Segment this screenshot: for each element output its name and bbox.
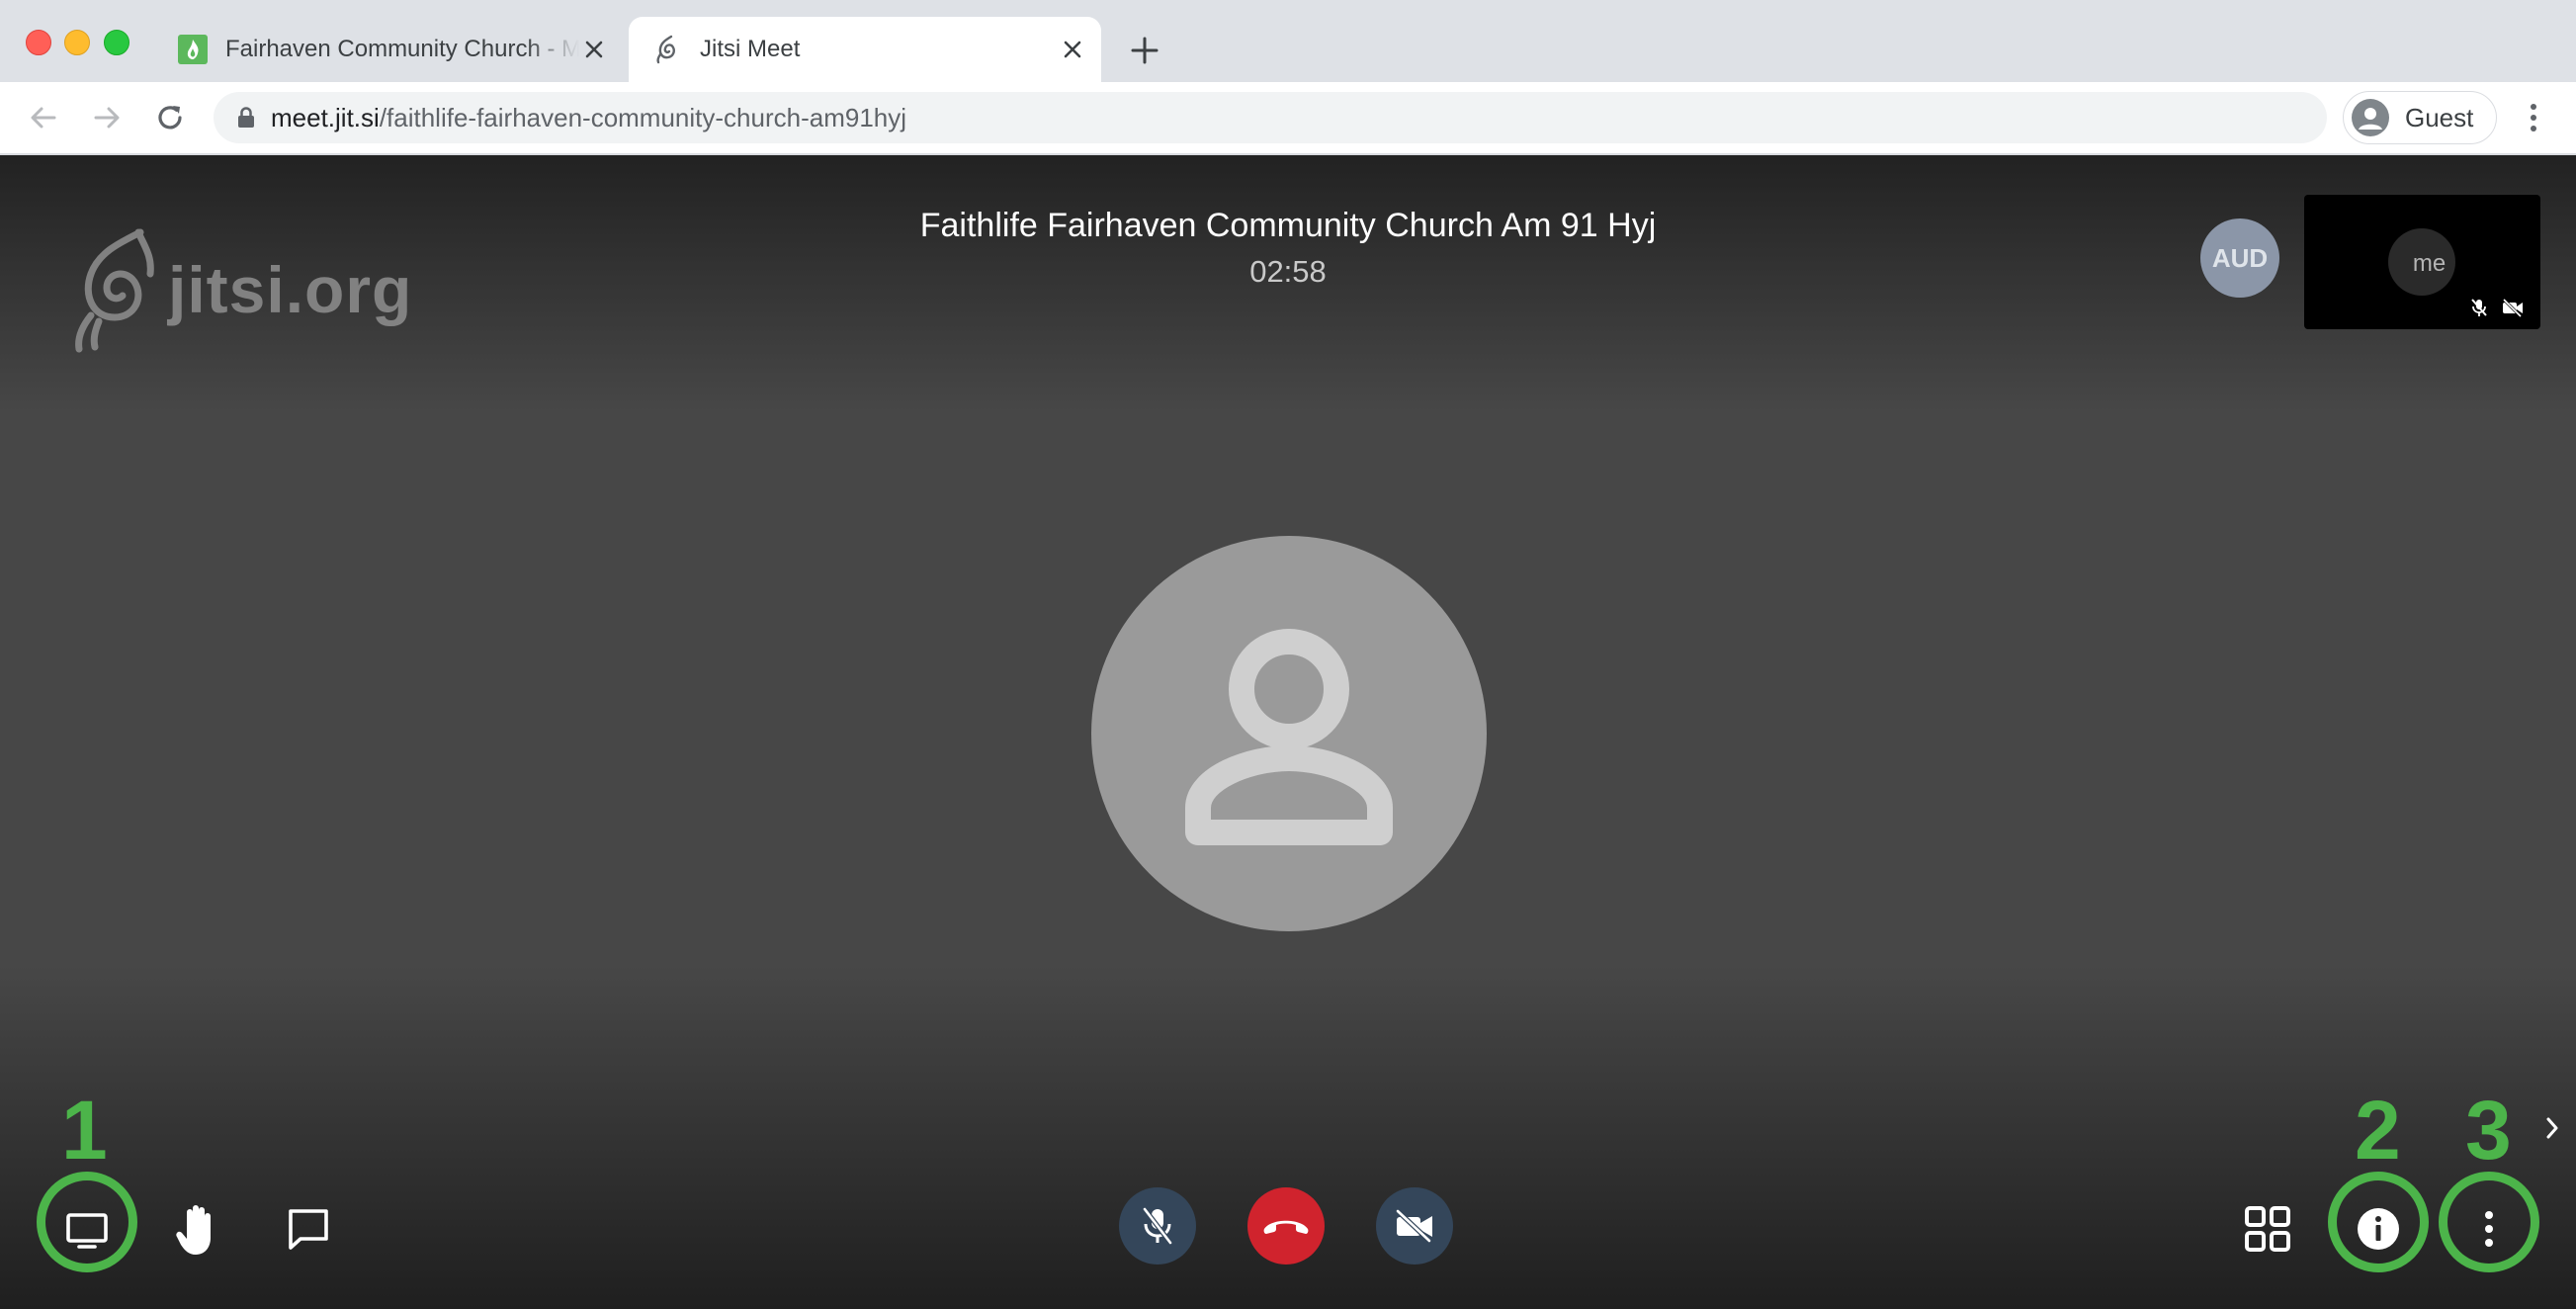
tab-fairhaven[interactable]: Fairhaven Community Church - M xyxy=(168,17,623,82)
mic-muted-icon xyxy=(1143,1207,1172,1245)
chat-icon xyxy=(289,1209,328,1250)
address-bar[interactable]: meet.jit.si/faithlife-fairhaven-communit… xyxy=(214,92,2327,143)
reload-icon xyxy=(158,106,182,130)
browser-toolbar: meet.jit.si/faithlife-fairhaven-communit… xyxy=(0,82,2576,155)
tile-view-button[interactable] xyxy=(2240,1201,2295,1257)
tile-view-icon xyxy=(2245,1206,2290,1252)
mic-muted-indicator-icon xyxy=(2471,299,2487,316)
local-name-label: me xyxy=(2412,250,2447,277)
browser-menu-button[interactable] xyxy=(2519,100,2548,135)
annotation-ring-3 xyxy=(2439,1172,2539,1272)
person-icon xyxy=(1185,629,1393,845)
profile-button[interactable]: Guest xyxy=(2343,91,2497,144)
jitsi-logo[interactable]: jitsi.org xyxy=(69,226,412,353)
annotation-label-1: 1 xyxy=(61,1084,108,1177)
arrow-left-icon xyxy=(31,107,56,129)
jitsi-watermark-icon xyxy=(75,228,154,353)
url-text: meet.jit.si/faithlife-fairhaven-communit… xyxy=(271,103,906,133)
microphone-toggle-button[interactable] xyxy=(1119,1187,1196,1265)
annotation-ring-2 xyxy=(2328,1172,2429,1272)
filmstrip-toggle-button[interactable] xyxy=(2540,1112,2564,1144)
url-host: meet.jit.si xyxy=(271,102,380,132)
camera-toggle-button[interactable] xyxy=(1376,1187,1453,1265)
meeting-stage: jitsi.org Faithlife Fairhaven Community … xyxy=(0,155,2576,1309)
back-button[interactable] xyxy=(26,100,61,135)
lock-icon xyxy=(238,107,254,128)
tab-jitsi-meet[interactable]: Jitsi Meet xyxy=(629,17,1101,82)
annotation-label-2: 2 xyxy=(2355,1084,2401,1177)
avatar-icon xyxy=(2352,99,2389,136)
new-tab-button[interactable] xyxy=(1127,33,1162,68)
url-path: /faithlife-fairhaven-community-church-am… xyxy=(379,102,907,132)
kebab-icon xyxy=(2531,104,2536,131)
camera-off-indicator-icon xyxy=(2502,298,2523,317)
annotation-label-3: 3 xyxy=(2465,1084,2512,1177)
close-icon[interactable] xyxy=(579,35,609,64)
profile-label: Guest xyxy=(2405,102,2474,132)
close-icon[interactable] xyxy=(1058,35,1087,64)
maximize-window-button[interactable] xyxy=(104,30,129,55)
camera-off-icon xyxy=(1396,1209,1432,1243)
chat-button[interactable] xyxy=(281,1201,336,1257)
tab-title: Fairhaven Community Church - M xyxy=(225,36,579,62)
raise-hand-icon xyxy=(176,1205,211,1255)
reload-button[interactable] xyxy=(152,100,188,135)
jitsi-icon xyxy=(656,35,675,64)
speaker-avatar xyxy=(1091,536,1487,931)
arrow-right-icon xyxy=(94,107,120,129)
minimize-window-button[interactable] xyxy=(64,30,90,55)
hangup-button[interactable] xyxy=(1247,1187,1325,1265)
hangup-icon xyxy=(1263,1220,1309,1234)
annotation-ring-1 xyxy=(37,1172,137,1272)
raise-hand-button[interactable] xyxy=(170,1199,225,1261)
local-video-thumbnail[interactable]: me xyxy=(2304,195,2540,329)
church-flame-icon xyxy=(178,35,208,64)
plus-icon xyxy=(1131,37,1159,64)
meeting-timer: 02:58 xyxy=(1249,254,1327,289)
chevron-right-icon xyxy=(2546,1117,2558,1139)
participant-badge[interactable]: AUD xyxy=(2200,218,2279,298)
forward-button[interactable] xyxy=(89,100,125,135)
browser-titlebar: Fairhaven Community Church - M Jitsi Mee… xyxy=(0,0,2576,82)
close-window-button[interactable] xyxy=(26,30,51,55)
tab-title: Jitsi Meet xyxy=(700,36,801,62)
meeting-title: Faithlife Fairhaven Community Church Am … xyxy=(919,207,1657,244)
